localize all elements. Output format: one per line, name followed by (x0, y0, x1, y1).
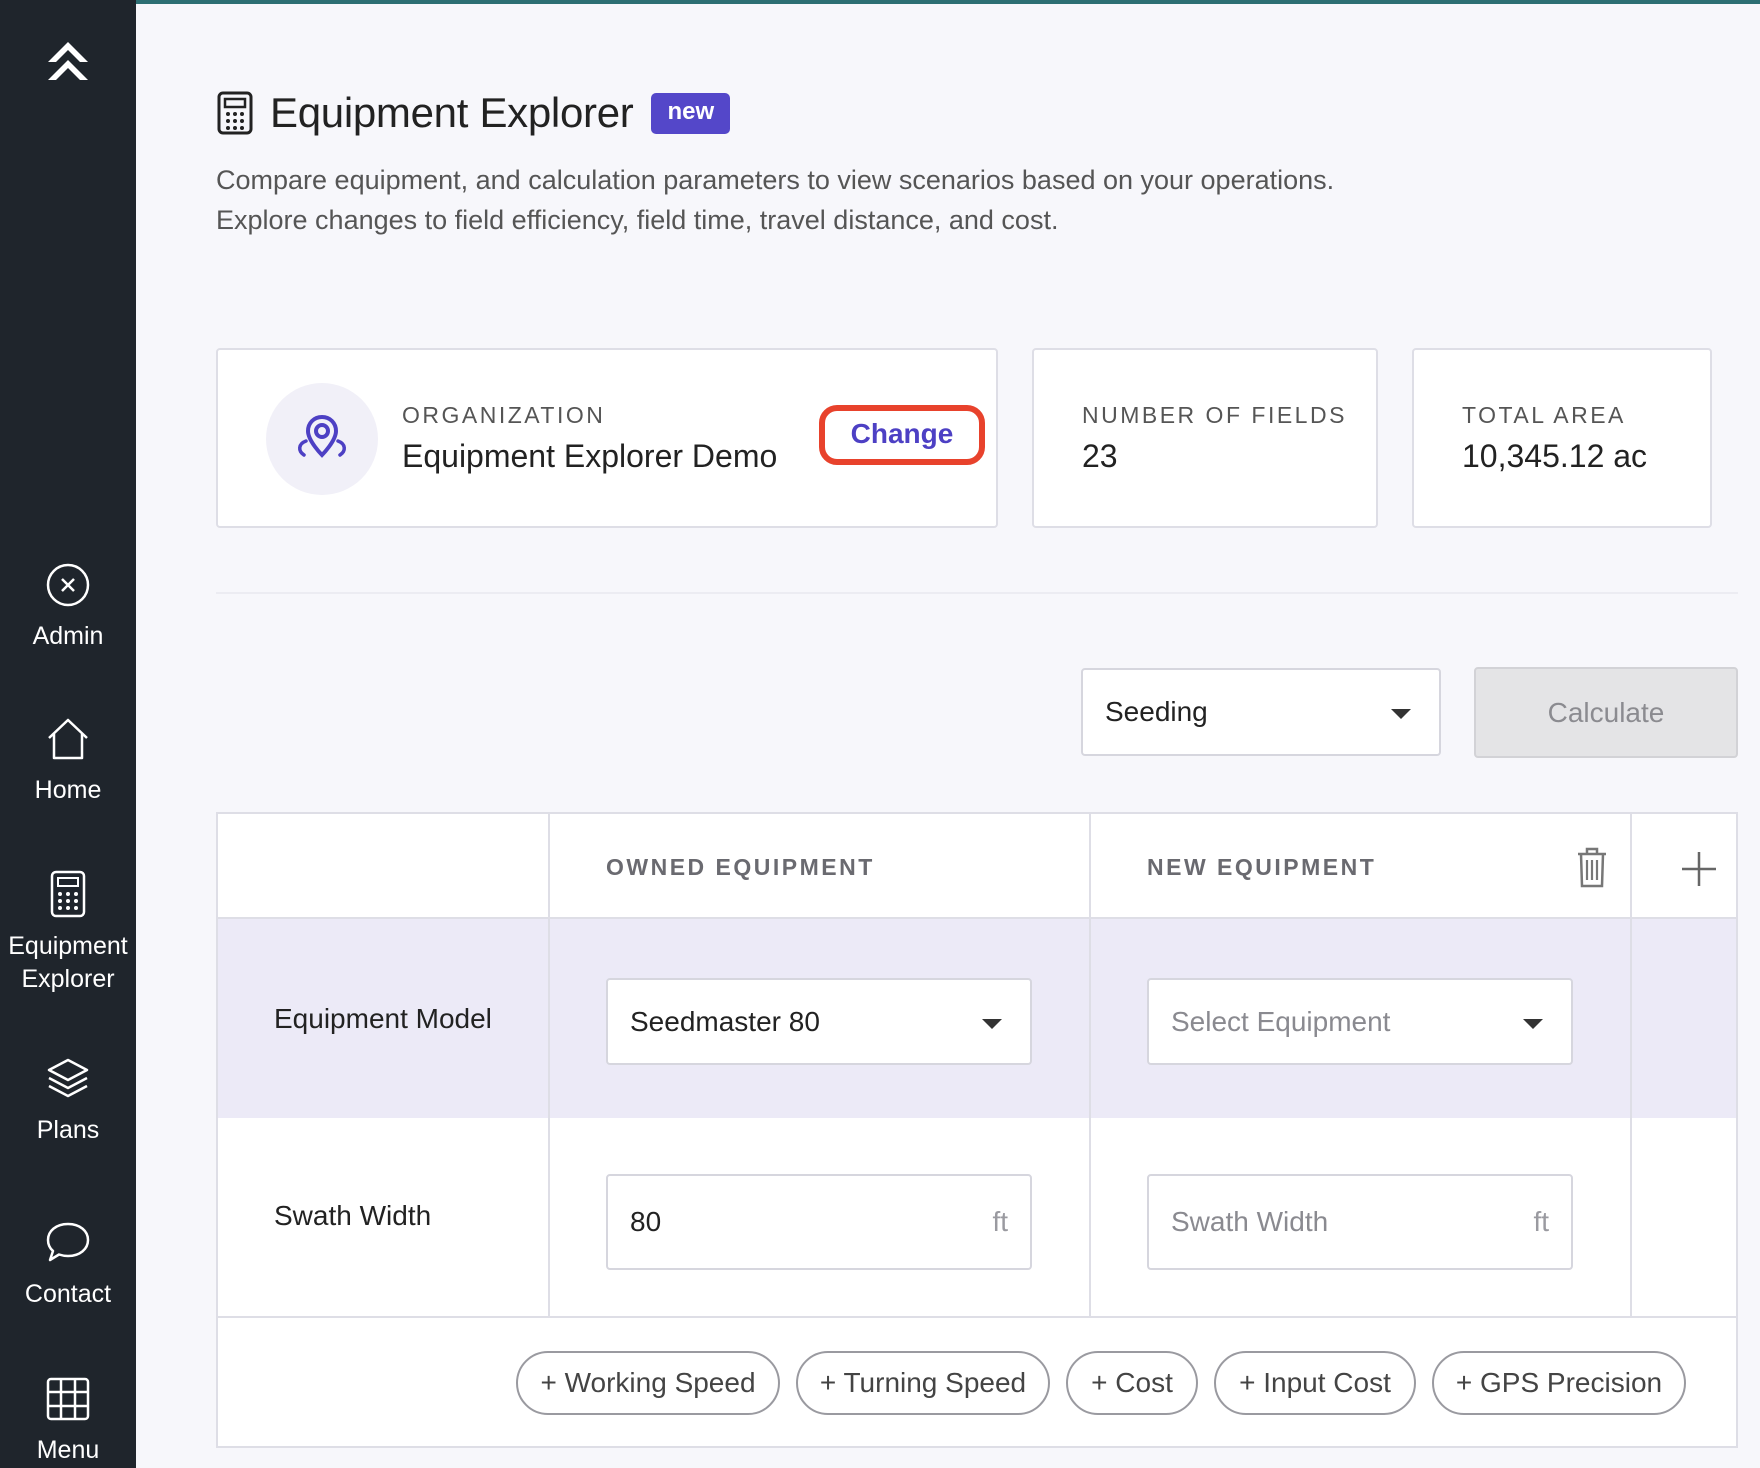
organization-card: ORGANIZATION Equipment Explorer Demo Cha… (216, 348, 998, 528)
sidebar-item-label: Plans (36, 1116, 100, 1144)
sidebar-item-contact[interactable]: Contact (0, 1220, 136, 1311)
number-of-fields-card: NUMBER OF FIELDS 23 (1032, 348, 1378, 528)
owned-equipment-header: OWNED EQUIPMENT (606, 854, 875, 880)
sidebar: Admin Home Equipment Explorer Plans Cont… (0, 0, 136, 1468)
add-working-speed-button[interactable]: + Working Speed (516, 1351, 780, 1415)
chevron-down-icon (982, 1018, 1002, 1029)
chevron-down-icon (1523, 1018, 1543, 1029)
sidebar-item-label: Menu (36, 1436, 100, 1464)
sidebar-item-plans[interactable]: Plans (0, 1056, 136, 1147)
add-cost-button[interactable]: + Cost (1066, 1351, 1198, 1415)
sidebar-item-label: Contact (24, 1280, 112, 1308)
grid-icon (46, 1377, 90, 1421)
sidebar-item-label: Home (34, 776, 102, 804)
row-divider (218, 1316, 1736, 1318)
operation-select-value: Seeding (1105, 696, 1208, 727)
calculator-icon (217, 91, 253, 135)
owned-swath-width-input[interactable]: 80 ft (606, 1174, 1032, 1270)
equipment-model-label: Equipment Model (274, 1003, 492, 1034)
add-gps-precision-button[interactable]: + GPS Precision (1432, 1351, 1686, 1415)
main-content: Equipment Explorer new Compare equipment… (136, 0, 1760, 1468)
unit-label: ft (992, 1206, 1008, 1237)
row-divider (218, 917, 1736, 919)
add-column-icon[interactable] (1674, 846, 1724, 892)
add-turning-speed-button[interactable]: + Turning Speed (796, 1351, 1050, 1415)
sidebar-item-equipment-explorer[interactable]: Equipment Explorer (0, 870, 136, 996)
column-divider (548, 814, 550, 1318)
sidebar-item-home[interactable]: Home (0, 716, 136, 807)
new-equipment-placeholder: Select Equipment (1171, 1005, 1391, 1037)
change-organization-button[interactable]: Change (819, 405, 985, 465)
owned-swath-width-value: 80 (630, 1206, 662, 1237)
calculate-button[interactable]: Calculate (1474, 667, 1738, 758)
description-line: Compare equipment, and calculation param… (216, 165, 1335, 195)
description-line: Explore changes to field efficiency, fie… (216, 205, 1059, 235)
page-header: Equipment Explorer new (216, 88, 731, 138)
owned-equipment-select[interactable]: Seedmaster 80 (606, 978, 1032, 1065)
area-label: TOTAL AREA (1462, 402, 1626, 428)
column-divider (1630, 814, 1632, 1318)
add-input-cost-button[interactable]: + Input Cost (1214, 1351, 1416, 1415)
calculator-icon (50, 870, 86, 918)
page-title: Equipment Explorer (270, 89, 634, 136)
sidebar-item-label: Admin (32, 622, 104, 650)
logo[interactable] (44, 32, 92, 84)
total-area-card: TOTAL AREA 10,345.12 ac (1412, 348, 1712, 528)
fields-label: NUMBER OF FIELDS (1082, 402, 1347, 428)
new-equipment-header: NEW EQUIPMENT (1147, 854, 1377, 880)
location-pin-icon (298, 414, 346, 458)
new-badge: new (651, 92, 731, 134)
sidebar-item-menu[interactable]: Menu (0, 1376, 136, 1467)
home-icon (48, 718, 88, 760)
trash-icon[interactable] (1572, 844, 1612, 890)
chevron-down-icon (1391, 709, 1411, 719)
chat-bubble-icon (46, 1222, 90, 1262)
swath-width-label: Swath Width (274, 1200, 432, 1231)
area-value: 10,345.12 ac (1462, 438, 1648, 474)
layers-icon (47, 1058, 89, 1098)
section-divider (216, 592, 1738, 594)
page-description: Compare equipment, and calculation param… (216, 160, 1516, 240)
sidebar-item-admin[interactable]: Admin (0, 562, 136, 653)
fields-value: 23 (1082, 438, 1118, 474)
organization-name: Equipment Explorer Demo (402, 438, 778, 474)
close-circle-icon (46, 563, 90, 607)
owned-equipment-value: Seedmaster 80 (630, 1005, 820, 1037)
organization-avatar (266, 383, 378, 495)
sidebar-item-label: Explorer (21, 965, 115, 993)
organization-label: ORGANIZATION (402, 402, 606, 428)
column-divider (1089, 814, 1091, 1318)
equipment-comparison-table: OWNED EQUIPMENT NEW EQUIPMENT Equipment … (216, 812, 1738, 1448)
new-equipment-select[interactable]: Select Equipment (1147, 978, 1573, 1065)
new-swath-width-placeholder: Swath Width (1171, 1206, 1329, 1237)
new-swath-width-input[interactable]: Swath Width ft (1147, 1174, 1573, 1270)
unit-label: ft (1533, 1206, 1549, 1237)
sidebar-item-label: Equipment (8, 932, 128, 960)
operation-select[interactable]: Seeding (1081, 668, 1441, 756)
